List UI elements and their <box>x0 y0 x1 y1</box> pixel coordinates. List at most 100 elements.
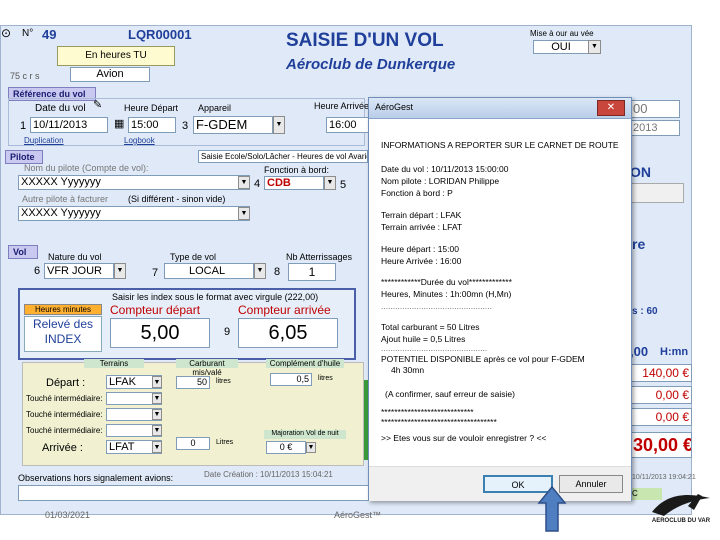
step-3: 3 <box>182 120 189 132</box>
dialog-line-10: ........................................… <box>381 301 492 311</box>
oil-field[interactable]: 0,5 <box>270 373 312 386</box>
logbook-link[interactable]: Logbook <box>124 136 155 145</box>
landings-label: Nb Atterrissages <box>286 252 353 262</box>
pilot-section-label: Pilote <box>5 150 43 164</box>
dialog-line-1: Date du vol : 10/11/2013 15:00:00 <box>381 164 509 174</box>
dialog-line-11: Total carburant = 50 Litres <box>381 322 480 332</box>
chevron-down-icon[interactable]: ▼ <box>324 176 336 190</box>
chevron-down-icon[interactable]: ▼ <box>114 263 126 279</box>
arrival-label: Arrivée : <box>42 442 83 454</box>
chevron-down-icon[interactable]: ▼ <box>238 207 250 220</box>
litres2-label: Litres <box>216 439 234 446</box>
update-label: Mise à our au vée <box>530 29 594 38</box>
landings-field[interactable]: 1 <box>288 263 336 281</box>
app-icon: ⊙ <box>1 26 12 40</box>
chevron-down-icon[interactable]: ▼ <box>238 176 250 189</box>
record-number-label: N° <box>22 28 34 39</box>
footer-app: AéroGest™ <box>334 510 382 520</box>
time-unit: H:mn <box>660 346 689 358</box>
index-record-label: Relevé des INDEX <box>24 316 102 352</box>
majoration-field[interactable]: 0 € <box>266 441 306 454</box>
duplicate-link[interactable]: Duplication <box>24 136 64 145</box>
footer-date: 01/03/2021 <box>45 510 91 520</box>
aeroclub-logo: AEROCLUB DU VAR <box>652 494 711 524</box>
total-price: 30,00 € <box>630 432 692 458</box>
fuel-field[interactable]: 50 <box>176 376 210 389</box>
dialog-line-18: *********************************** <box>381 417 497 427</box>
type-label: Type de vol <box>170 252 217 262</box>
type-select[interactable]: LOCAL <box>164 263 254 279</box>
right-date: 10/11/2013 19:04:21 <box>632 474 696 481</box>
chevron-down-icon[interactable]: ▼ <box>152 425 162 436</box>
trainer-label: Autre pilote à facturer <box>22 194 109 204</box>
time-value: ,00 <box>630 344 649 359</box>
observations-label: Observations hors signalement avions: <box>18 473 174 483</box>
dialog-line-7: Heure Arrivée : 16:00 <box>381 256 462 266</box>
dialog-line-2: Nom pilote : LORIDAN Philippe <box>381 176 500 186</box>
function-select[interactable]: CDB <box>264 176 324 190</box>
date-field[interactable]: 10/11/2013 <box>30 117 108 133</box>
start-counter-label: Compteur départ <box>110 303 201 317</box>
training-combo[interactable]: Saisie Ecole/Solo/Lâcher - Heures de vol… <box>198 150 368 163</box>
dialog-line-5: Terrain arrivée : LFAT <box>381 222 463 232</box>
touch1-label: Touché intermédiaire: <box>26 394 103 403</box>
chevron-down-icon[interactable]: ▼ <box>306 442 316 453</box>
departure-time-field[interactable]: 15:00 <box>128 117 176 133</box>
calendar-icon[interactable]: ▦ <box>114 117 124 130</box>
close-icon[interactable]: ✕ <box>597 100 625 116</box>
pencil-icon: ✎ <box>93 99 103 111</box>
chevron-down-icon[interactable]: ▼ <box>152 376 162 388</box>
trainer-select[interactable]: XXXXX Yyyyyyy <box>18 206 250 221</box>
arrival-time-field[interactable]: 16:00 <box>326 117 370 133</box>
right-top-field: 00 <box>630 100 680 118</box>
departure-time-label: Heure Départ <box>124 103 179 113</box>
aircraft-label: Appareil <box>198 103 232 113</box>
pilot-select[interactable]: XXXXX Yyyyyyy <box>18 175 250 190</box>
chevron-down-icon[interactable]: ▼ <box>152 393 162 404</box>
oil-label: Complément d'huile <box>266 359 344 368</box>
dialog-line-8: ************Durée du vol************* <box>381 277 512 287</box>
dialog-line-15: 4h 30mn <box>391 365 425 375</box>
arrow-up-icon <box>537 485 567 532</box>
start-counter-field[interactable]: 5,00 <box>110 318 210 348</box>
counters-instruction: Saisir les index sous le format avec vir… <box>112 292 319 302</box>
dialog-title: AéroGest <box>375 102 414 112</box>
tu-hours-button[interactable]: En heures TU <box>57 46 175 66</box>
observations-field[interactable] <box>18 485 370 501</box>
tab-hours-minutes[interactable]: Heures minutes <box>24 304 102 315</box>
chevron-down-icon[interactable]: ▼ <box>254 263 266 279</box>
chevron-down-icon[interactable]: ▼ <box>588 40 601 54</box>
logo-text: AEROCLUB DU VAR <box>652 518 711 524</box>
right-date-field: 2013 <box>630 120 680 136</box>
nature-select[interactable]: VFR JOUR <box>44 263 114 279</box>
flight-section-label: Vol <box>8 245 38 259</box>
dialog-line-6: Heure départ : 15:00 <box>381 244 459 254</box>
step-7: 7 <box>152 267 159 279</box>
end-counter-field[interactable]: 6,05 <box>238 318 338 348</box>
touch2-label: Touché intermédiaire: <box>26 410 103 419</box>
end-counter-label: Compteur arrivée <box>238 303 331 317</box>
confirmation-dialog: AéroGest ✕ INFORMATIONS A REPORTER SUR L… <box>368 97 632 501</box>
trainer-note: (Si différent - sinon vide) <box>128 194 226 204</box>
litres-label: litres <box>216 378 231 385</box>
pilot-name-label: Nom du pilote (Compte de vol): <box>24 163 149 173</box>
update-select[interactable]: OUI <box>533 40 589 54</box>
majoration-label: Majoration Vol de nuit <box>264 430 346 439</box>
chevron-down-icon[interactable]: ▼ <box>152 441 162 453</box>
terrains-label: Terrains <box>84 359 144 368</box>
fuel2-field[interactable]: 0 <box>176 437 210 450</box>
oil-litres-label: litres <box>318 375 333 382</box>
flight-right-text: re <box>632 236 646 252</box>
chevron-down-icon[interactable]: ▼ <box>152 409 162 420</box>
min-label: 75 c r s <box>10 71 40 81</box>
step-6: 6 <box>34 265 41 277</box>
chevron-down-icon[interactable]: ▼ <box>273 116 285 134</box>
dialog-line-19: >> Etes vous sur de vouloir enregistrer … <box>381 433 547 443</box>
page-title: SAISIE D'UN VOL <box>286 30 444 51</box>
dialog-line-0: INFORMATIONS A REPORTER SUR LE CARNET DE… <box>381 140 619 150</box>
dialog-line-17: **************************** <box>381 407 474 417</box>
mode-field[interactable]: Avion <box>70 67 150 82</box>
aircraft-select[interactable]: F-GDEM <box>193 116 273 134</box>
cancel-button[interactable]: Annuler <box>559 475 623 493</box>
fuel-label: Carburant mis/valé <box>176 359 238 377</box>
